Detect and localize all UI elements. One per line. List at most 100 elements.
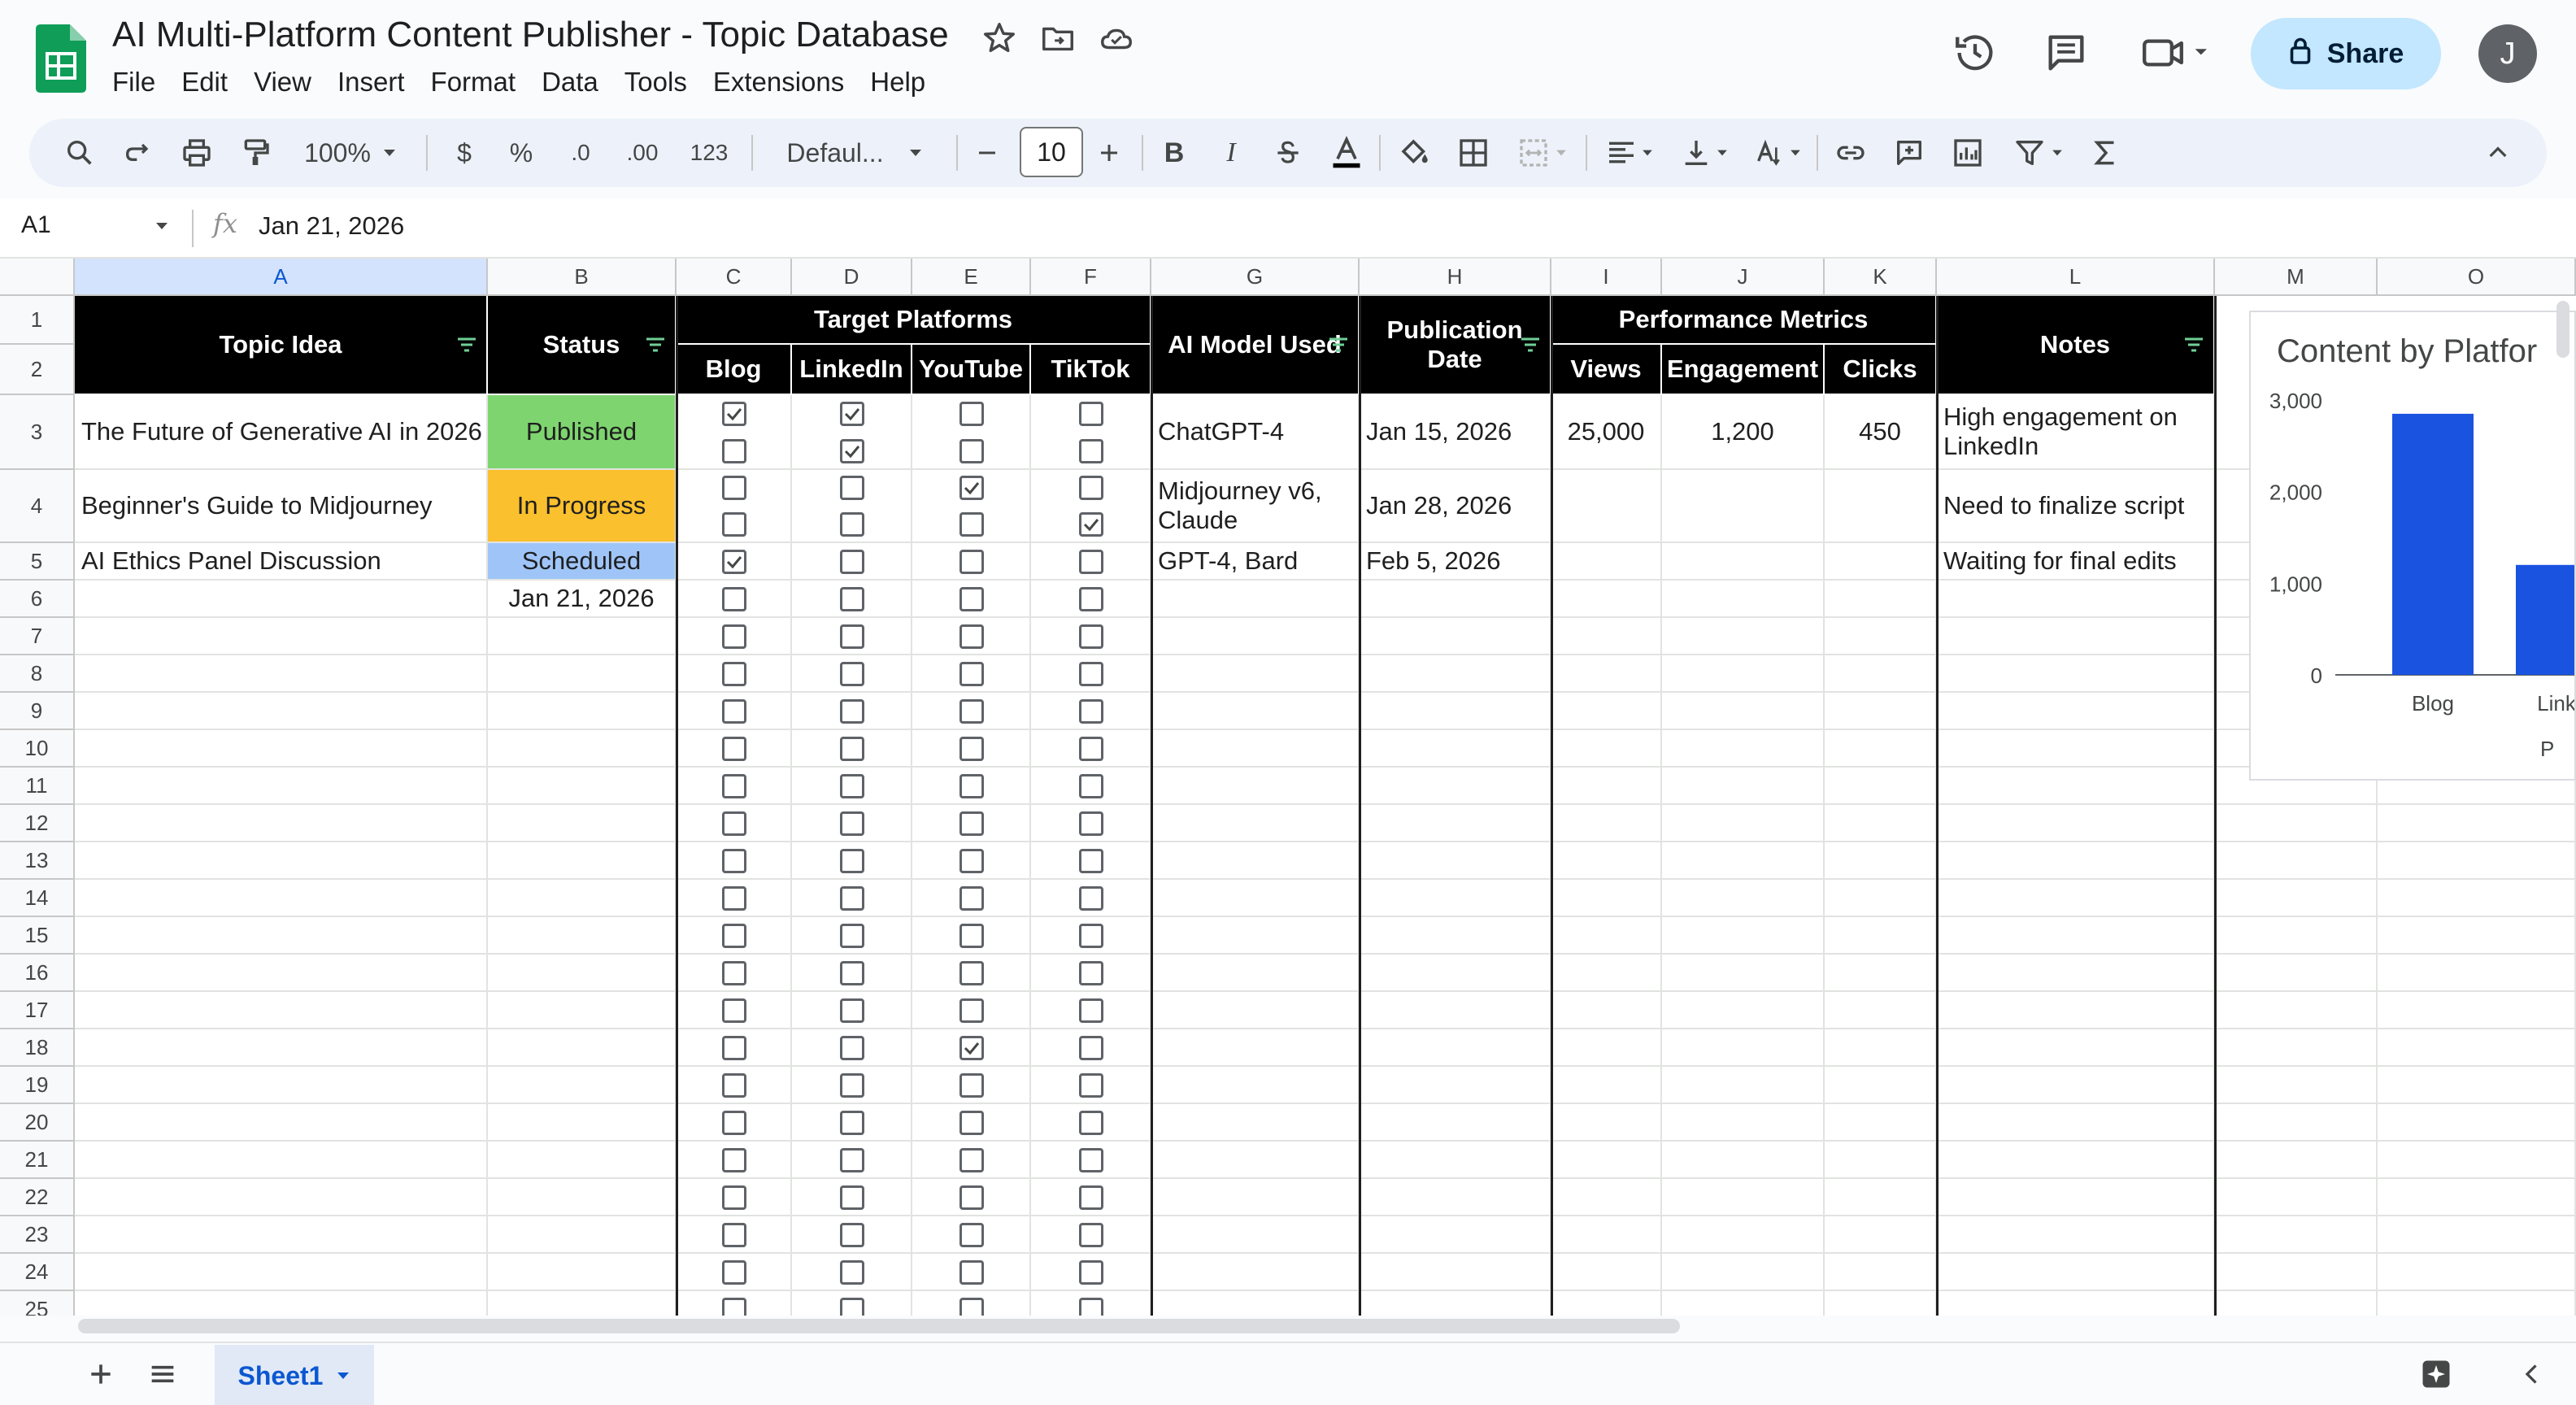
checkbox[interactable] (1031, 996, 1151, 1025)
cell[interactable] (1825, 955, 1937, 992)
cell[interactable] (1151, 992, 1360, 1029)
cell[interactable] (1662, 880, 1825, 917)
cell[interactable] (1551, 730, 1662, 768)
checkbox[interactable] (677, 1146, 792, 1175)
cell-b6[interactable]: Jan 21, 2026 (488, 581, 677, 618)
checkbox[interactable] (912, 1183, 1031, 1212)
column-header-c[interactable]: C (677, 259, 792, 296)
checkbox-unchecked[interactable] (959, 1073, 984, 1098)
cell[interactable] (75, 1142, 488, 1179)
cell-status[interactable]: In Progress (488, 470, 677, 543)
cell-topic[interactable]: The Future of Generative AI in 2026 (75, 395, 488, 470)
checkbox[interactable] (677, 846, 792, 876)
row-header-1[interactable]: 1 (0, 296, 75, 345)
row-header-21[interactable]: 21 (0, 1142, 75, 1179)
column-header-e[interactable]: E (912, 259, 1031, 296)
checkbox[interactable] (677, 585, 792, 614)
cell[interactable] (1662, 1142, 1825, 1179)
checkbox-unchecked[interactable] (840, 1073, 864, 1098)
checkbox[interactable] (792, 809, 912, 838)
cell[interactable] (488, 1254, 677, 1291)
checkbox[interactable] (792, 734, 912, 763)
checkbox[interactable] (677, 959, 792, 988)
cell-ai-model[interactable]: Midjourney v6, Claude (1151, 470, 1360, 543)
cell[interactable] (1151, 955, 1360, 992)
strikethrough-icon[interactable] (1265, 128, 1311, 177)
header-tiktok[interactable]: TikTok (1031, 345, 1151, 395)
cell[interactable] (1151, 618, 1360, 655)
cell-status[interactable]: Scheduled (488, 543, 677, 581)
checkbox[interactable] (912, 996, 1031, 1025)
cell[interactable] (2378, 992, 2576, 1029)
checkbox-checked[interactable] (840, 402, 864, 426)
cell[interactable] (75, 842, 488, 880)
cell[interactable] (1662, 917, 1825, 955)
cell-status[interactable]: Published (488, 395, 677, 470)
checkbox-unchecked[interactable] (840, 998, 864, 1023)
checkbox[interactable] (1031, 921, 1151, 950)
checkbox-unchecked[interactable] (1079, 924, 1103, 948)
checkbox[interactable] (1031, 846, 1151, 876)
checkbox[interactable] (677, 996, 792, 1025)
cell[interactable] (1937, 1179, 2215, 1216)
horizontal-align-icon[interactable] (1595, 128, 1664, 177)
checkbox[interactable] (1031, 1183, 1151, 1212)
cell[interactable] (1825, 1142, 1937, 1179)
checkbox-unchecked[interactable] (722, 886, 746, 911)
cell[interactable] (1937, 955, 2215, 992)
cell[interactable] (1151, 581, 1360, 618)
column-header-l[interactable]: L (1937, 259, 2215, 296)
cell[interactable] (1662, 955, 1825, 992)
cell[interactable] (2378, 1142, 2576, 1179)
cell[interactable] (1151, 1067, 1360, 1104)
row-header-17[interactable]: 17 (0, 992, 75, 1029)
cell-ai-model[interactable]: GPT-4, Bard (1151, 543, 1360, 581)
vertical-scrollbar[interactable] (2556, 301, 2569, 358)
checkbox[interactable] (912, 1220, 1031, 1250)
cell[interactable] (1551, 955, 1662, 992)
cell[interactable] (1825, 581, 1937, 618)
cell[interactable] (1151, 1291, 1360, 1316)
cell[interactable] (2378, 1291, 2576, 1316)
column-header-k[interactable]: K (1825, 259, 1937, 296)
cell[interactable] (75, 618, 488, 655)
checkbox-unchecked[interactable] (959, 512, 984, 537)
checkbox-unchecked[interactable] (840, 1111, 864, 1135)
meet-video-icon[interactable] (2139, 29, 2217, 76)
cell[interactable] (1662, 1029, 1825, 1067)
cell[interactable] (1360, 880, 1551, 917)
insert-chart-icon[interactable] (1943, 128, 1992, 177)
cell-notes[interactable]: Waiting for final edits (1937, 543, 2215, 581)
checkbox[interactable] (912, 399, 1031, 428)
checkbox-unchecked[interactable] (722, 624, 746, 649)
cell-ai-model[interactable]: ChatGPT-4 (1151, 395, 1360, 470)
cell-topic[interactable]: Beginner's Guide to Midjourney (75, 470, 488, 543)
checkbox[interactable] (912, 1108, 1031, 1137)
select-all-corner[interactable] (0, 259, 75, 296)
checkbox-unchecked[interactable] (1079, 774, 1103, 798)
horizontal-scrollbar[interactable] (78, 1319, 1680, 1333)
checkbox[interactable] (792, 585, 912, 614)
cell[interactable] (488, 1104, 677, 1142)
cell[interactable] (488, 1029, 677, 1067)
cell[interactable] (1151, 805, 1360, 842)
row-header-10[interactable]: 10 (0, 730, 75, 768)
cell[interactable] (1937, 693, 2215, 730)
column-header-i[interactable]: I (1551, 259, 1662, 296)
checkbox-unchecked[interactable] (1079, 402, 1103, 426)
checkbox[interactable] (792, 1183, 912, 1212)
checkbox[interactable] (912, 510, 1031, 539)
checkbox-unchecked[interactable] (840, 1223, 864, 1247)
checkbox-unchecked[interactable] (1079, 886, 1103, 911)
cell[interactable] (1360, 1067, 1551, 1104)
cell[interactable] (75, 655, 488, 693)
checkbox-checked[interactable] (722, 402, 746, 426)
cell[interactable] (2378, 955, 2576, 992)
cell[interactable] (1937, 1067, 2215, 1104)
checkbox[interactable] (912, 585, 1031, 614)
checkbox[interactable] (1031, 884, 1151, 913)
checkbox-unchecked[interactable] (840, 624, 864, 649)
cell[interactable] (1937, 730, 2215, 768)
cell[interactable] (1360, 1104, 1551, 1142)
checkbox-unchecked[interactable] (1079, 1036, 1103, 1060)
